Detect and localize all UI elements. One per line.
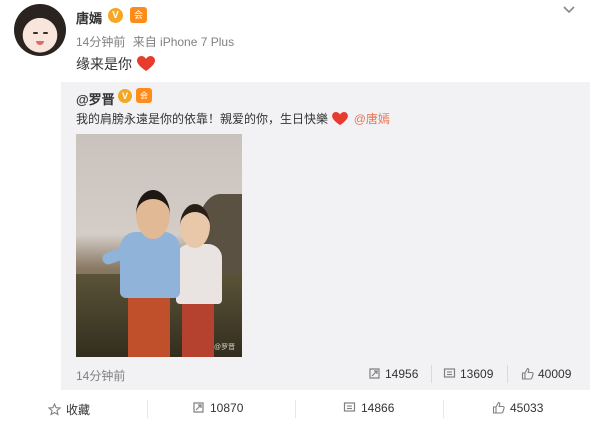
post-text: 缘来是你 bbox=[76, 56, 132, 72]
repost-username[interactable]: @罗晋 bbox=[76, 89, 115, 108]
post-username[interactable]: 唐嫣 bbox=[76, 8, 102, 27]
repost-icon bbox=[369, 368, 380, 379]
post-content: 缘来是你 bbox=[76, 54, 155, 74]
verified-badge-icon: V bbox=[118, 89, 132, 103]
repost-icon bbox=[193, 402, 204, 413]
like-count: 45033 bbox=[510, 401, 544, 415]
avatar[interactable] bbox=[14, 4, 66, 56]
repost-stat-comments[interactable]: 13609 bbox=[443, 367, 493, 381]
verified-badge-icon: V bbox=[108, 8, 123, 23]
member-badge-icon: 会 bbox=[136, 88, 152, 103]
repost-box: @罗晋 V 会 我的肩膀永遠是你的依靠！親爱的你，生日快樂 @唐嫣 @罗晋 14… bbox=[61, 82, 590, 390]
post-time[interactable]: 14分钟前 bbox=[76, 35, 125, 49]
comment-icon bbox=[443, 368, 456, 378]
star-icon bbox=[47, 402, 62, 416]
divider bbox=[147, 400, 148, 418]
member-badge-icon: 会 bbox=[130, 7, 147, 23]
heart-icon bbox=[136, 56, 155, 71]
thumbs-up-icon bbox=[521, 367, 534, 380]
post-source: 来自 iPhone 7 Plus bbox=[132, 35, 235, 49]
repost-count: 14956 bbox=[385, 367, 419, 381]
like-count: 40009 bbox=[538, 367, 572, 381]
repost-time[interactable]: 14分钟前 bbox=[76, 367, 125, 384]
comment-count: 14866 bbox=[361, 401, 395, 415]
post-meta: 14分钟前 来自 iPhone 7 Plus bbox=[76, 33, 234, 50]
divider bbox=[431, 365, 432, 383]
thumbs-up-icon bbox=[492, 401, 505, 414]
divider bbox=[443, 400, 444, 418]
divider bbox=[295, 400, 296, 418]
repost-stat-reposts[interactable]: 14956 bbox=[368, 367, 418, 381]
comment-count: 13609 bbox=[460, 367, 494, 381]
chevron-down-icon[interactable] bbox=[563, 4, 575, 16]
repost-button[interactable]: 10870 bbox=[192, 401, 243, 415]
weibo-post-card: 唐嫣 V 会 14分钟前 来自 iPhone 7 Plus 缘来是你 @罗晋 V… bbox=[0, 0, 590, 424]
repost-photo[interactable]: @罗晋 bbox=[76, 134, 242, 357]
photo-watermark: @罗晋 bbox=[214, 344, 236, 351]
repost-stat-likes[interactable]: 40009 bbox=[521, 367, 571, 381]
repost-text: 我的肩膀永遠是你的依靠！親爱的你，生日快樂 bbox=[76, 112, 329, 126]
action-toolbar: 收藏 10870 14866 45033 bbox=[0, 392, 590, 424]
favorite-button[interactable]: 收藏 bbox=[47, 401, 91, 418]
favorite-label: 收藏 bbox=[66, 403, 91, 417]
heart-icon bbox=[332, 112, 349, 126]
divider bbox=[507, 365, 508, 383]
mention-link[interactable]: @唐嫣 bbox=[354, 112, 390, 126]
repost-text-block: 我的肩膀永遠是你的依靠！親爱的你，生日快樂 @唐嫣 bbox=[76, 110, 390, 127]
like-button[interactable]: 45033 bbox=[492, 401, 543, 415]
repost-count: 10870 bbox=[210, 401, 244, 415]
comment-icon bbox=[343, 402, 356, 412]
comment-button[interactable]: 14866 bbox=[343, 401, 394, 415]
